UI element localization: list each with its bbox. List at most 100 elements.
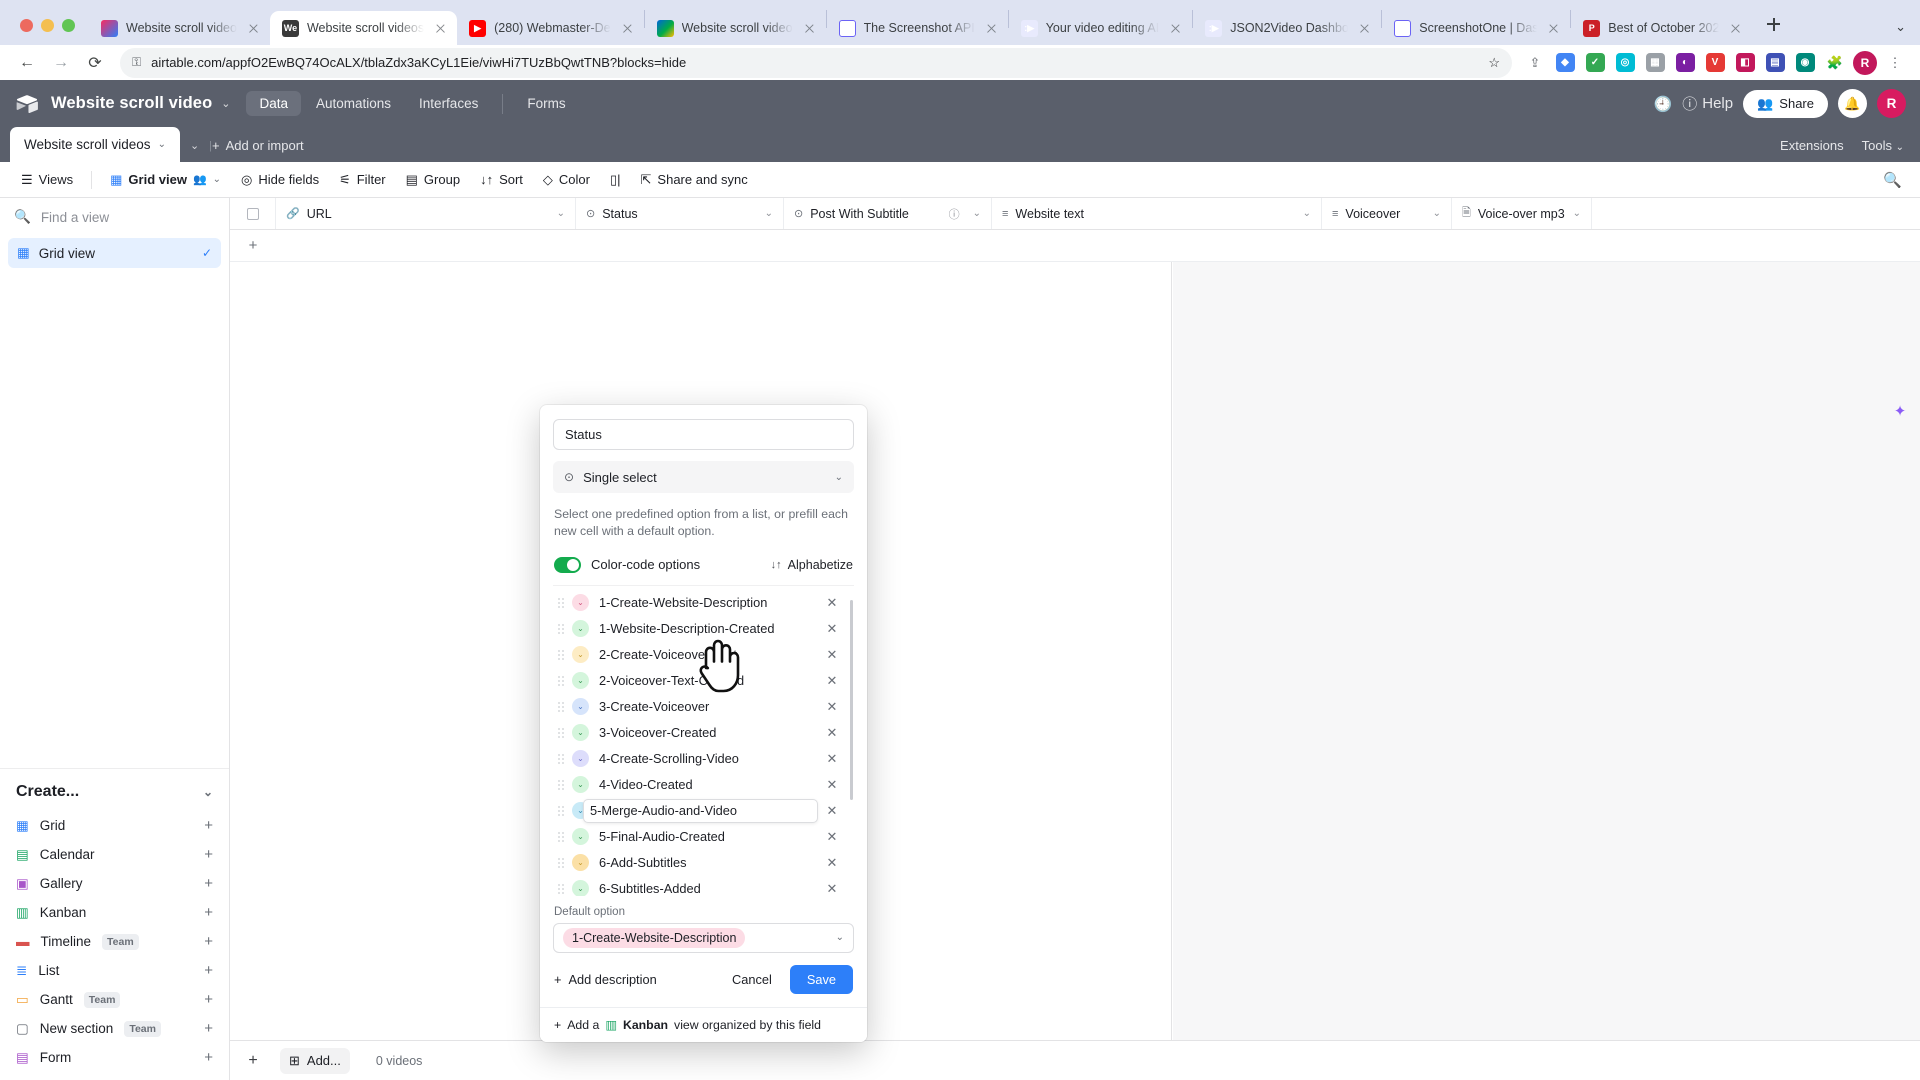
chevron-down-icon[interactable]: ⌄: [1573, 208, 1581, 219]
group-button[interactable]: ▤ Group: [397, 167, 469, 193]
default-option-select[interactable]: 1-Create-Website-Description ⌄: [553, 922, 854, 953]
site-settings-icon[interactable]: ⚿: [132, 55, 141, 70]
extension-icon[interactable]: ◉: [1792, 50, 1818, 76]
share-and-sync-button[interactable]: ⇱ Share and sync: [632, 167, 757, 193]
remove-option-icon[interactable]: ✕: [824, 699, 840, 715]
extension-icon[interactable]: ◎: [1612, 50, 1638, 76]
help-button[interactable]: ⓘ Help: [1682, 93, 1733, 114]
option-row[interactable]: ⌄ 5-Final-Audio-Created ✕: [553, 824, 854, 850]
remove-option-icon[interactable]: ✕: [824, 855, 840, 871]
remove-option-icon[interactable]: ✕: [824, 803, 840, 819]
nav-tab-automations[interactable]: Automations: [303, 91, 404, 116]
alphabetize-button[interactable]: ↓↑ Alphabetize: [771, 558, 853, 572]
option-color-swatch[interactable]: ⌄: [572, 672, 589, 690]
cancel-button[interactable]: Cancel: [720, 966, 784, 993]
chevron-down-icon[interactable]: ⌄: [203, 785, 213, 799]
forward-button[interactable]: →: [46, 48, 76, 78]
minimize-window-button[interactable]: [41, 19, 54, 32]
drag-handle-icon[interactable]: [556, 649, 566, 660]
browser-tab[interactable]: Website scroll video: [89, 11, 270, 45]
plus-icon[interactable]: +: [204, 875, 213, 892]
close-icon[interactable]: [619, 20, 636, 37]
browser-tab[interactable]: :▶ JSON2Video Dashbo: [1193, 11, 1381, 45]
tab-list-chevron-icon[interactable]: ⌄: [1895, 19, 1906, 35]
remove-option-icon[interactable]: ✕: [824, 751, 840, 767]
new-tab-button[interactable]: [1758, 9, 1788, 39]
sort-button[interactable]: ↓↑ Sort: [471, 167, 532, 192]
option-row-focused[interactable]: ⌄ 5-Merge-Audio-and-Video ✕: [553, 798, 854, 824]
chevron-down-icon[interactable]: ⌄: [973, 208, 981, 219]
remove-option-icon[interactable]: ✕: [824, 829, 840, 845]
select-options-list[interactable]: ⌄ 1-Create-Website-Description ✕ ⌄ 1-Web…: [553, 584, 854, 896]
option-name-wrapper[interactable]: 5-Final-Audio-Created: [599, 829, 818, 844]
option-row[interactable]: ⌄ 3-Voiceover-Created ✕: [553, 720, 854, 746]
option-color-swatch[interactable]: ⌄: [572, 880, 589, 896]
extension-icon[interactable]: ◐: [1672, 50, 1698, 76]
option-row[interactable]: ⌄ 1-Create-Website-Description ✕: [553, 590, 854, 616]
close-icon[interactable]: [1727, 20, 1744, 37]
add-record-button[interactable]: +: [230, 1052, 276, 1070]
option-row[interactable]: ⌄ 4-Video-Created ✕: [553, 772, 854, 798]
option-name-wrapper[interactable]: 3-Voiceover-Created: [599, 725, 818, 740]
chevron-down-icon[interactable]: ⌄: [1303, 208, 1311, 219]
option-color-swatch[interactable]: ⌄: [572, 750, 589, 768]
option-name-input[interactable]: 5-Merge-Audio-and-Video: [583, 798, 818, 823]
history-icon[interactable]: 🕘: [1654, 95, 1673, 113]
browser-tab[interactable]: ScreenshotOne | Das: [1382, 11, 1570, 45]
save-button[interactable]: Save: [789, 965, 853, 994]
option-name-wrapper[interactable]: 1-Website-Description-Created: [599, 621, 818, 636]
close-window-button[interactable]: [20, 19, 33, 32]
option-color-swatch[interactable]: ⌄: [572, 724, 589, 742]
drag-handle-icon[interactable]: [556, 805, 566, 816]
chevron-down-icon[interactable]: ⌄: [1433, 208, 1441, 219]
address-bar[interactable]: ⚿ airtable.com/appfO2EwBQ74OcALX/tblaZdx…: [120, 47, 1512, 78]
drag-handle-icon[interactable]: [556, 701, 566, 712]
column-header-url[interactable]: 🔗 URL ⌄: [276, 198, 576, 229]
plus-icon[interactable]: +: [204, 962, 213, 979]
browser-menu-icon[interactable]: ⋮: [1882, 50, 1908, 76]
plus-icon[interactable]: +: [204, 1049, 213, 1066]
close-icon[interactable]: [801, 20, 818, 37]
remove-option-icon[interactable]: ✕: [824, 725, 840, 741]
profile-avatar[interactable]: R: [1852, 50, 1878, 76]
browser-tab[interactable]: Website scroll video: [645, 11, 826, 45]
remove-option-icon[interactable]: ✕: [824, 595, 840, 611]
create-section-header[interactable]: Create... ⌄: [0, 768, 229, 811]
option-color-swatch[interactable]: ⌄: [572, 698, 589, 716]
share-button[interactable]: 👥 Share: [1743, 89, 1828, 118]
extension-icon[interactable]: ✓: [1582, 50, 1608, 76]
option-row[interactable]: ⌄ 2-Create-Voiceover-Text ✕: [553, 642, 854, 668]
option-row[interactable]: ⌄ 6-Add-Subtitles ✕: [553, 850, 854, 876]
sidebar-view-grid-view[interactable]: ▦ Grid view ✓: [8, 238, 221, 268]
option-name-wrapper[interactable]: 2-Voiceover-Text-Created: [599, 673, 818, 688]
create-item-list[interactable]: ≣ List +: [0, 956, 229, 985]
back-button[interactable]: ←: [12, 48, 42, 78]
option-name-wrapper[interactable]: 4-Create-Scrolling-Video: [599, 751, 818, 766]
airtable-logo-icon[interactable]: [14, 91, 39, 116]
create-item-new-section[interactable]: ▢ New section Team +: [0, 1014, 229, 1043]
create-item-kanban[interactable]: ▥ Kanban +: [0, 898, 229, 927]
column-header-status[interactable]: ⊙ Status ⌄: [576, 198, 784, 229]
option-row[interactable]: ⌄ 6-Subtitles-Added ✕: [553, 876, 854, 896]
option-color-swatch[interactable]: ⌄: [572, 776, 589, 794]
chevron-down-icon[interactable]: ⌄: [557, 208, 565, 219]
browser-tab-active[interactable]: We Website scroll videos: [269, 11, 458, 45]
remove-option-icon[interactable]: ✕: [824, 881, 840, 896]
extension-icon[interactable]: ◆: [1552, 50, 1578, 76]
filter-button[interactable]: ⚟ Filter: [330, 167, 395, 193]
table-tab-website-scroll-videos[interactable]: Website scroll videos ⌄: [10, 127, 180, 162]
column-header-voice-over-mp3[interactable]: 🗎 Voice-over mp3 ⌄: [1452, 198, 1592, 229]
plus-icon[interactable]: +: [204, 904, 213, 921]
remove-option-icon[interactable]: ✕: [824, 673, 840, 689]
close-icon[interactable]: [432, 20, 449, 37]
extension-icon[interactable]: V: [1702, 50, 1728, 76]
notifications-button[interactable]: 🔔: [1838, 89, 1867, 118]
drag-handle-icon[interactable]: [556, 779, 566, 790]
column-header-website-text[interactable]: ≡ Website text ⌄: [992, 198, 1322, 229]
search-icon[interactable]: 🔍: [1883, 171, 1908, 189]
row-height-button[interactable]: ▯|: [601, 167, 630, 193]
extension-icon[interactable]: ▦: [1642, 50, 1668, 76]
option-name-wrapper[interactable]: 1-Create-Website-Description: [599, 595, 818, 610]
add-or-import-button[interactable]: + Add or import: [212, 138, 304, 162]
extensions-button[interactable]: Extensions: [1780, 138, 1844, 153]
